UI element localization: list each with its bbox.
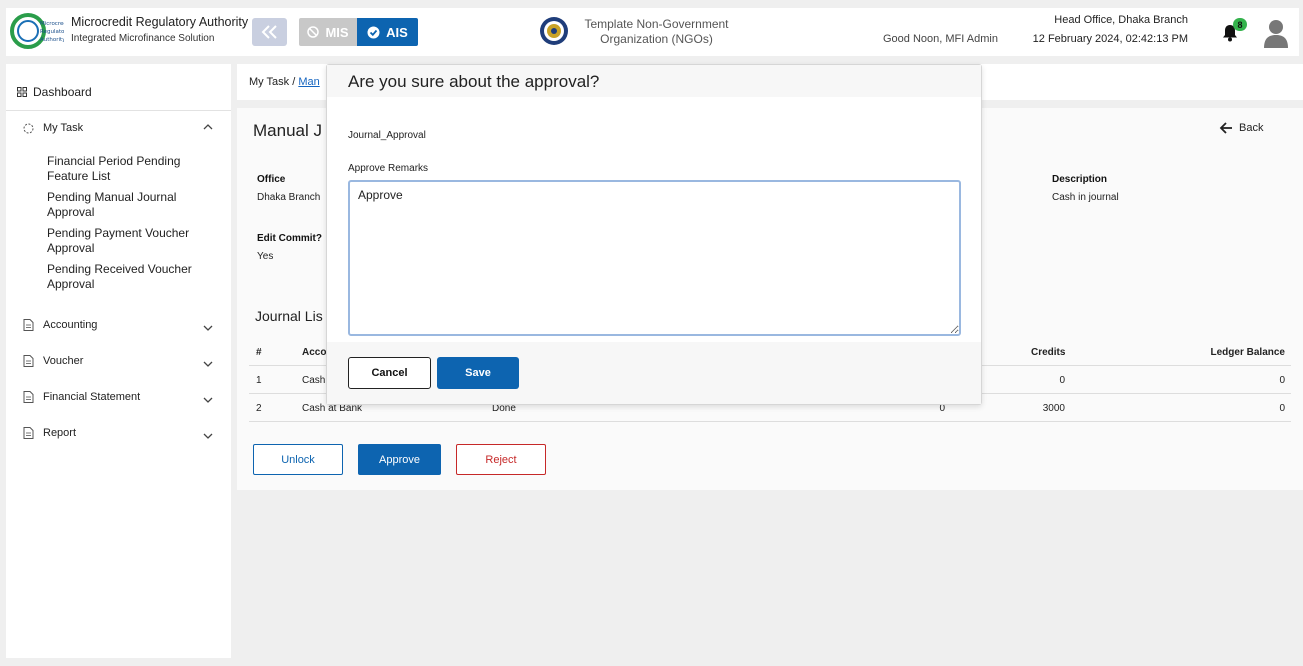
mis-toggle-button[interactable]: MIS bbox=[299, 18, 357, 46]
chevron-up-icon[interactable] bbox=[203, 122, 213, 132]
sidebar-subitem-payment-voucher[interactable]: Pending Payment Voucher Approval bbox=[47, 226, 197, 256]
back-label: Back bbox=[1239, 122, 1264, 134]
arrow-left-icon bbox=[1219, 122, 1232, 134]
app-header: Microcredit Regulatory Authority Microcr… bbox=[6, 8, 1299, 56]
reject-button[interactable]: Reject bbox=[456, 444, 546, 475]
office-label: Head Office, Dhaka Branch bbox=[1054, 14, 1188, 26]
remarks-label: Approve Remarks bbox=[348, 163, 429, 174]
sidebar-item-label: Report bbox=[43, 427, 77, 439]
approval-modal: Are you sure about the approval? Journal… bbox=[326, 64, 982, 405]
breadcrumb: My Task / Man bbox=[249, 76, 320, 88]
svg-text:Microcredit: Microcredit bbox=[40, 21, 64, 27]
table-cell: 2 bbox=[256, 403, 262, 414]
table-header-cell: # bbox=[256, 347, 262, 358]
sidebar-item-financial-statement[interactable]: Financial Statement bbox=[23, 391, 140, 403]
chevron-down-icon[interactable] bbox=[203, 359, 213, 369]
user-avatar-icon[interactable] bbox=[1263, 18, 1289, 48]
sidebar-subitem-received-voucher[interactable]: Pending Received Voucher Approval bbox=[47, 262, 197, 292]
description-field-label: Description bbox=[1052, 174, 1108, 185]
notification-badge: 8 bbox=[1233, 18, 1247, 31]
brand-title: Microcredit Regulatory Authority bbox=[71, 15, 249, 29]
sidebar-item-label: My Task bbox=[43, 122, 84, 134]
mra-logo: Microcredit Regulatory Authority bbox=[10, 13, 64, 49]
breadcrumb-link[interactable]: Man bbox=[298, 76, 319, 88]
page-title: Manual J bbox=[253, 121, 322, 140]
office-field-label: Office bbox=[257, 174, 286, 185]
office-field-value: Dhaka Branch bbox=[257, 192, 321, 203]
sidebar-item-my-task[interactable]: My Task bbox=[23, 122, 83, 134]
sidebar-item-label: Financial Statement bbox=[43, 391, 141, 403]
chevron-down-icon[interactable] bbox=[203, 431, 213, 441]
grid-icon bbox=[17, 87, 27, 97]
table-cell: 0 bbox=[1279, 403, 1285, 414]
table-cell: 1 bbox=[256, 375, 262, 386]
ais-toggle-button[interactable]: AIS bbox=[357, 18, 418, 46]
modal-title: Are you sure about the approval? bbox=[348, 72, 600, 91]
spinner-icon bbox=[23, 123, 34, 133]
document-icon bbox=[23, 427, 34, 439]
table-header-cell: Ledger Balance bbox=[1210, 347, 1285, 358]
sidebar-item-label: Voucher bbox=[43, 355, 84, 367]
edit-commit-field-value: Yes bbox=[257, 251, 274, 262]
unlock-button[interactable]: Unlock bbox=[253, 444, 343, 475]
mis-label: MIS bbox=[325, 24, 349, 40]
table-cell: 3000 bbox=[1042, 403, 1065, 414]
sidebar-subitem-financial-period[interactable]: Financial Period Pending Feature List bbox=[47, 154, 197, 184]
ban-icon bbox=[307, 26, 320, 38]
chevron-down-icon[interactable] bbox=[203, 323, 213, 333]
document-icon bbox=[23, 355, 34, 367]
journal-list-title: Journal Lis bbox=[255, 308, 323, 324]
table-header-cell: Acco bbox=[302, 347, 327, 358]
table-cell: Cash bbox=[302, 375, 326, 386]
organization-name: Template Non-Government Organization (NG… bbox=[584, 17, 729, 46]
svg-text:Regulatory: Regulatory bbox=[40, 29, 64, 35]
sidebar-item-dashboard[interactable]: Dashboard bbox=[17, 85, 92, 99]
sidebar-item-label: Dashboard bbox=[33, 85, 92, 99]
breadcrumb-root[interactable]: My Task bbox=[249, 76, 289, 88]
brand-subtitle: Integrated Microfinance Solution bbox=[71, 33, 215, 44]
chevron-down-icon[interactable] bbox=[203, 395, 213, 405]
modal-header: Are you sure about the approval? bbox=[327, 65, 981, 97]
sidebar: Dashboard My Task Financial Period Pendi… bbox=[6, 64, 231, 658]
document-icon bbox=[23, 391, 34, 403]
document-icon bbox=[23, 319, 34, 331]
remarks-textarea[interactable]: Approve bbox=[348, 180, 961, 336]
user-greeting: Good Noon, MFI Admin bbox=[883, 33, 998, 45]
sidebar-subitem-manual-journal[interactable]: Pending Manual Journal Approval bbox=[47, 190, 197, 220]
sidebar-item-voucher[interactable]: Voucher bbox=[23, 355, 83, 367]
organization-seal-icon bbox=[540, 17, 568, 45]
sidebar-divider bbox=[6, 110, 231, 111]
ais-label: AIS bbox=[386, 24, 408, 40]
sidebar-item-accounting[interactable]: Accounting bbox=[23, 319, 97, 331]
svg-text:Authority: Authority bbox=[40, 37, 64, 43]
sidebar-item-label: Accounting bbox=[43, 319, 98, 331]
approve-button[interactable]: Approve bbox=[358, 444, 441, 475]
back-button[interactable]: Back bbox=[1219, 122, 1263, 134]
table-header-cell: Credits bbox=[1031, 347, 1066, 358]
check-circle-icon bbox=[367, 26, 380, 38]
edit-commit-field-label: Edit Commit? bbox=[257, 233, 322, 244]
save-button[interactable]: Save bbox=[437, 357, 519, 389]
modal-subtitle: Journal_Approval bbox=[348, 130, 426, 141]
table-cell: 0 bbox=[1059, 375, 1065, 386]
table-cell: 0 bbox=[1279, 375, 1285, 386]
modal-footer: Cancel Save bbox=[327, 342, 981, 404]
cancel-button[interactable]: Cancel bbox=[348, 357, 431, 389]
breadcrumb-separator: / bbox=[292, 76, 296, 88]
description-field-value: Cash in journal bbox=[1052, 192, 1119, 203]
sidebar-collapse-button[interactable] bbox=[252, 18, 287, 46]
double-chevron-left-icon bbox=[261, 25, 277, 39]
current-datetime: 12 February 2024, 02:42:13 PM bbox=[1032, 33, 1188, 45]
sidebar-item-report[interactable]: Report bbox=[23, 427, 76, 439]
